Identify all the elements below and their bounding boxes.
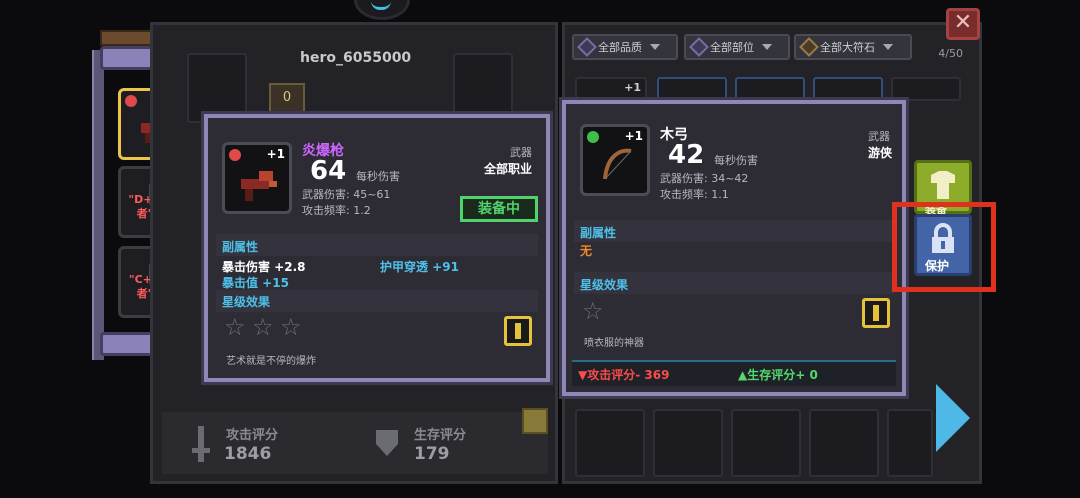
score-compare-bar: ▼攻击评分- 369 ▲生存评分+ 0: [572, 360, 896, 386]
inventory-slot[interactable]: +1: [575, 77, 647, 101]
inventory-slot[interactable]: [575, 409, 645, 477]
dps-label: 每秒伤害: [356, 170, 400, 183]
hero-level-badge: 0: [269, 83, 305, 113]
codex-icon[interactable]: [504, 316, 532, 346]
equipped-item-icon-box: +1: [222, 142, 292, 214]
weapon-damage: 武器伤害: 34~42: [660, 172, 749, 185]
compare-item-icon-box: +1: [580, 124, 650, 196]
codex-icon[interactable]: [862, 298, 890, 328]
inventory-slot[interactable]: [809, 409, 879, 477]
filter-label: 全部品质: [598, 41, 642, 54]
star-empty-icon: ☆: [582, 297, 604, 325]
equip-slot-helmet[interactable]: [187, 53, 247, 123]
quality-gem-icon: [577, 37, 597, 57]
inventory-slot[interactable]: [731, 409, 801, 477]
equipped-item-tooltip: +1 炎爆枪 64 每秒伤害 武器伤害: 45~61 攻击频率: 1.2 武器 …: [201, 111, 553, 385]
slot-plus-level: +1: [624, 81, 641, 94]
star-effect-label: 星级效果: [580, 278, 629, 292]
scroll-rail: [92, 50, 104, 360]
scroll-knob[interactable]: [100, 30, 152, 46]
attack-score-value: 1846: [224, 444, 272, 464]
star-effect-label: 星级效果: [222, 295, 271, 309]
wooden-bow-icon: [603, 148, 632, 180]
hero-score-bar: 攻击评分 1846 生存评分 179: [162, 412, 548, 474]
chevron-down-icon: [650, 44, 660, 50]
inventory-slot[interactable]: [735, 77, 805, 101]
section-band: [216, 234, 538, 256]
star-empty-icon: ☆: [280, 313, 302, 341]
filter-quality[interactable]: 全部品质: [572, 34, 678, 60]
sub-attr: 暴击伤害 +2.8: [222, 260, 306, 274]
sub-attr-label: 副属性: [222, 240, 259, 254]
item-plus-level: +1: [624, 129, 643, 143]
filter-slot[interactable]: 全部部位: [684, 34, 790, 60]
weapon-damage: 武器伤害: 45~61: [302, 188, 391, 201]
equipped-item-dps: 64: [310, 156, 347, 186]
star-empty-icon: ☆: [252, 313, 274, 341]
survive-score-value: 179: [414, 444, 450, 464]
info-small-icon[interactable]: [522, 408, 548, 434]
sword-icon: [192, 426, 210, 462]
inventory-slot[interactable]: [887, 409, 933, 477]
star-empty-icon: ☆: [224, 313, 246, 341]
highlight-box: [892, 202, 996, 292]
filter-label: 全部部位: [710, 41, 754, 54]
sub-attr: 护甲穿透 +91: [380, 260, 459, 274]
star-rating: ☆ ☆ ☆: [224, 313, 302, 341]
compare-item-dps: 42: [668, 140, 705, 170]
dps-label: 每秒伤害: [714, 154, 758, 167]
close-button[interactable]: ✕: [946, 8, 980, 40]
inventory-count: 4/50: [938, 47, 963, 60]
sub-attr-none: 无: [580, 244, 593, 258]
slot-gem-icon: [689, 37, 709, 57]
survive-score-delta: ▲生存评分+ 0: [738, 368, 818, 382]
shirt-icon: [931, 171, 955, 199]
equip-slot-armor[interactable]: [453, 53, 513, 123]
attack-rate: 攻击频率: 1.2: [302, 204, 371, 217]
inventory-slot[interactable]: [813, 77, 883, 101]
item-type: 武器: [868, 130, 890, 143]
chevron-down-icon: [762, 44, 772, 50]
item-plus-level: +1: [266, 147, 285, 161]
section-band: [574, 220, 894, 242]
item-class: 全部职业: [484, 162, 533, 176]
rune-icon: [799, 37, 819, 57]
attack-rate: 攻击频率: 1.1: [660, 188, 729, 201]
attack-score-delta: ▼攻击评分- 369: [578, 368, 670, 382]
chevron-down-icon: [883, 44, 893, 50]
item-type: 武器: [510, 146, 532, 159]
attack-score-label: 攻击评分: [226, 428, 279, 443]
flame-gun-icon: [241, 171, 277, 201]
item-class: 游侠: [868, 146, 893, 160]
compare-item-tooltip: +1 木弓 42 每秒伤害 武器伤害: 34~42 攻击频率: 1.1 武器 游…: [559, 97, 909, 399]
item-flavor-text: 艺术就是不停的爆炸: [226, 356, 316, 367]
sub-attr-label: 副属性: [580, 226, 617, 240]
star-rating: ☆: [582, 297, 604, 325]
filter-label: 全部大符石: [820, 41, 875, 54]
filter-rune[interactable]: 全部大符石: [794, 34, 912, 60]
quality-gem-icon: [125, 95, 137, 107]
hero-name: hero_6055000: [300, 50, 412, 66]
top-knob: [354, 0, 410, 20]
inventory-slot[interactable]: [653, 409, 723, 477]
next-page-arrow-icon[interactable]: [936, 384, 970, 452]
inventory-slot[interactable]: [657, 77, 727, 101]
survive-score-label: 生存评分: [414, 428, 467, 443]
item-flavor-text: 喷衣服的神器: [584, 338, 644, 349]
quality-gem-icon: [229, 149, 241, 161]
sub-attr: 暴击值 +15: [222, 276, 289, 290]
equipped-status-badge: 装备中: [460, 196, 538, 222]
inventory-slot[interactable]: [891, 77, 961, 101]
shield-icon: [376, 430, 398, 456]
quality-gem-icon: [587, 131, 599, 143]
